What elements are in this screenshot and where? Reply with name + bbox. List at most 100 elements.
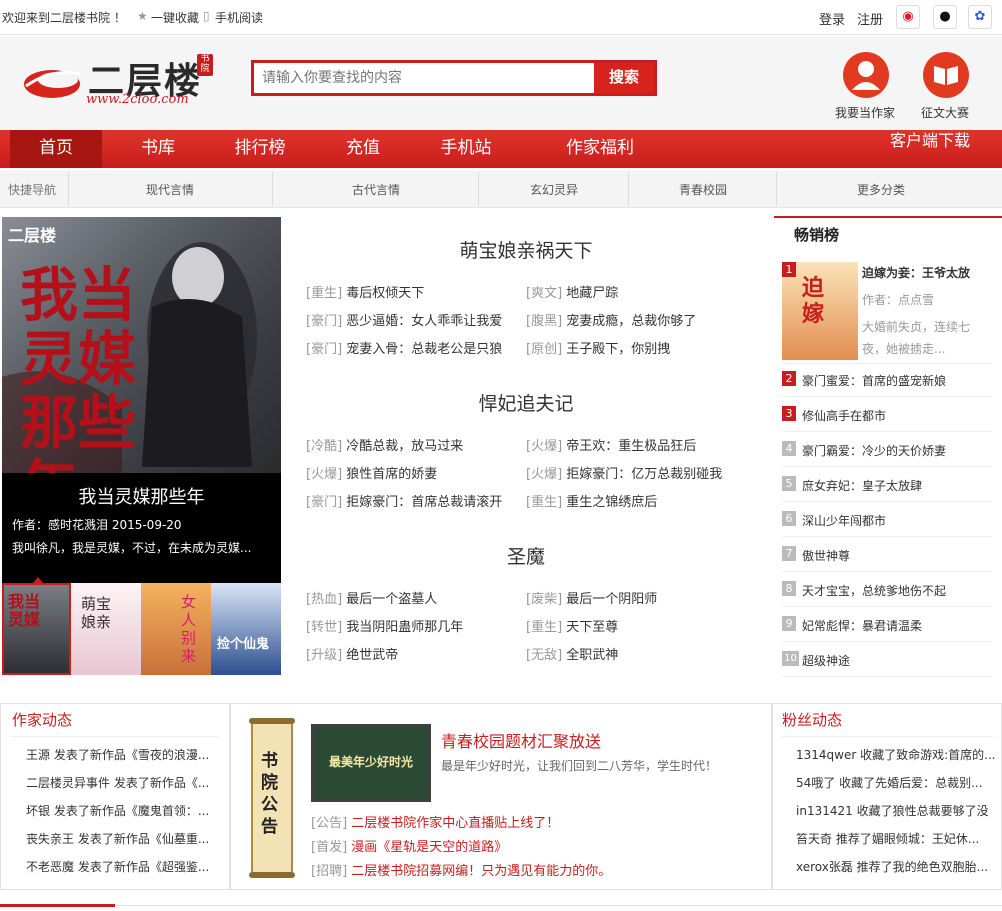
rank-number: 7: [782, 546, 796, 561]
ranking-top-desc-2: 夜，她被掳走...: [862, 342, 946, 356]
ranking-item[interactable]: 傲世神尊: [802, 547, 850, 564]
list-item[interactable]: [重生] 重生之锦绣庶后: [526, 491, 657, 510]
section-title[interactable]: 萌宝娘亲祸天下: [306, 236, 746, 263]
ranking-item[interactable]: 超级神途: [802, 652, 850, 669]
quick-nav-ancient-romance[interactable]: 古代言情: [274, 181, 478, 198]
ranking-top-title[interactable]: 迫嫁为妾：王爷太放: [862, 264, 970, 281]
rank-number: 5: [782, 476, 796, 491]
weibo-icon[interactable]: ◉: [896, 5, 920, 29]
fan-news-item[interactable]: 54哦了 收藏了先婚后爱：总裁别...: [796, 774, 996, 791]
ranking-top-author: 作者：点点雪: [862, 293, 935, 307]
writer-news-item[interactable]: 二层楼灵异事件 发表了新作品《...: [26, 774, 216, 791]
cover-logo: 二层楼: [8, 226, 57, 245]
quick-nav-label: 快捷导航: [8, 183, 57, 197]
fan-news-item[interactable]: xerox张磊 推荐了我的绝色双胞胎...: [796, 858, 996, 875]
rank-number: 4: [782, 441, 796, 456]
bookmark-link[interactable]: 一键收藏: [151, 9, 199, 26]
list-item[interactable]: [原创] 王子殿下，你别拽: [526, 338, 670, 357]
list-item[interactable]: [腹黑] 宠妻成瘾，总裁你够了: [526, 310, 696, 329]
list-item[interactable]: [冷酷] 冷酷总裁，放马过来: [306, 435, 463, 454]
ranking-item[interactable]: 豪门蜜爱：首席的盛宠新娘: [802, 372, 946, 389]
nav-mobile-site[interactable]: 手机站: [426, 130, 506, 168]
writer-news-item[interactable]: 丧失亲王 发表了新作品《仙墓重...: [26, 830, 216, 847]
logo-url: www.2cloo.com: [86, 92, 189, 107]
quick-nav-youth[interactable]: 青春校园: [630, 181, 776, 198]
fan-news-panel: 粉丝动态 1314qwer 收藏了致命游戏:首席的... 54哦了 收藏了先婚后…: [772, 703, 1002, 890]
rank-number: 1: [782, 262, 796, 277]
nav-library[interactable]: 书库: [118, 130, 198, 168]
ranking-title: 畅销榜: [794, 226, 840, 244]
nav-recharge[interactable]: 充值: [323, 130, 403, 168]
rank-number: 10: [782, 651, 799, 666]
ranking-item[interactable]: 深山少年闯都市: [802, 512, 886, 529]
quick-nav-fantasy[interactable]: 玄幻灵异: [480, 181, 628, 198]
writer-icon[interactable]: [843, 52, 889, 98]
register-link[interactable]: 注册: [857, 9, 883, 28]
list-item[interactable]: [豪门] 宠妻入骨：总裁老公是只狼: [306, 338, 502, 357]
become-writer-label[interactable]: 我要当作家: [835, 104, 895, 121]
feature-info: 我当灵媒那些年 作者：感时花溅泪 2015-09-20 我叫徐凡，我是灵媒，不过…: [2, 473, 281, 583]
list-item[interactable]: [转世] 我当阴阳蛊师那几年: [306, 616, 463, 635]
book-icon[interactable]: [923, 52, 969, 98]
search-box: 搜索: [251, 60, 657, 96]
logo-swoosh-icon[interactable]: [22, 62, 84, 102]
writer-news-item[interactable]: 坏银 发表了新作品《魔鬼首领：...: [26, 802, 216, 819]
rank-number: 9: [782, 616, 796, 631]
feature-title[interactable]: 我当灵媒那些年: [2, 483, 281, 509]
ranking-item[interactable]: 天才宝宝，总统爹地伤不起: [802, 582, 946, 599]
mobile-reading-link[interactable]: 手机阅读: [215, 9, 263, 26]
board-title[interactable]: 青春校园题材汇聚放送: [441, 728, 601, 752]
quick-nav-modern-romance[interactable]: 现代言情: [70, 181, 270, 198]
section-title[interactable]: 悍妃追夫记: [306, 389, 746, 416]
login-link[interactable]: 登录: [819, 9, 845, 28]
list-item[interactable]: [热血] 最后一个盗墓人: [306, 588, 437, 607]
list-item[interactable]: [火爆] 帝王欢：重生极品狂后: [526, 435, 696, 454]
rank-number: 8: [782, 581, 796, 596]
mobile-icon: ▯: [203, 9, 210, 23]
feature-cover[interactable]: 二层楼 我当灵媒那些年: [2, 217, 281, 473]
ranking-item[interactable]: 豪门霸爱：冷少的天价娇妻: [802, 442, 946, 459]
baidu-icon[interactable]: ✿: [968, 5, 992, 29]
notice-scroll-text: 书院公告: [261, 751, 278, 837]
quick-nav-more[interactable]: 更多分类: [778, 181, 984, 198]
nav-writer-welfare[interactable]: 作家福利: [540, 130, 660, 168]
search-input[interactable]: [254, 63, 594, 93]
list-item[interactable]: [重生] 天下至尊: [526, 616, 618, 635]
list-item[interactable]: [豪门] 恶少逼婚：女人乖乖让我爱: [306, 310, 502, 329]
feature-thumb-4[interactable]: 捡个仙鬼: [211, 583, 281, 675]
fan-news-item[interactable]: 笞天奇 推荐了媚眼倾城：王妃休...: [796, 830, 996, 847]
section-title[interactable]: 圣魔: [306, 542, 746, 569]
list-item[interactable]: [火爆] 狼性首席的娇妻: [306, 463, 437, 482]
ranking-item[interactable]: 修仙高手在都市: [802, 407, 886, 424]
feature-thumb-1[interactable]: 我当灵媒: [2, 583, 71, 675]
qq-icon[interactable]: ●: [933, 5, 957, 29]
search-button[interactable]: 搜索: [594, 63, 654, 93]
list-item[interactable]: [无敌] 全职武神: [526, 644, 618, 663]
board-image[interactable]: 最美年少好时光: [311, 724, 431, 802]
cover-title: 我当灵媒那些年: [20, 261, 137, 473]
top-bar: 欢迎来到二层楼书院 ！ ★ 一键收藏 ▯ 手机阅读 登录 注册 ◉ ● ✿: [0, 0, 1002, 35]
nav-client-download[interactable]: 客户端下载: [880, 130, 980, 168]
ranking-item[interactable]: 庶女弃妃：皇子太放肆: [802, 477, 922, 494]
notice-item[interactable]: [公告] 二层楼书院作家中心直播贴上线了！: [311, 812, 559, 831]
writer-news-panel: 作家动态 王源 发表了新作品《雪夜的浪漫... 二层楼灵异事件 发表了新作品《.…: [0, 703, 230, 890]
list-item[interactable]: [爽文] 地藏尸踪: [526, 282, 618, 301]
ranking-item[interactable]: 妃常彪悍：暴君请温柔: [802, 617, 922, 634]
list-item[interactable]: [豪门] 拒嫁豪门：首席总裁请滚开: [306, 491, 502, 510]
writer-news-item[interactable]: 王源 发表了新作品《雪夜的浪漫...: [26, 746, 216, 763]
nav-home[interactable]: 首页: [10, 130, 102, 168]
rank-number: 6: [782, 511, 796, 526]
nav-ranking[interactable]: 排行榜: [220, 130, 300, 168]
notice-item[interactable]: [招聘] 二层楼书院招募网编！只为遇见有能力的你。: [311, 860, 611, 879]
feature-thumb-2[interactable]: 萌宝娘亲: [71, 583, 141, 675]
fan-news-item[interactable]: in131421 收藏了狼性总裁要够了没: [796, 802, 996, 819]
writer-news-item[interactable]: 不老恶魔 发表了新作品《超强鉴...: [26, 858, 216, 875]
list-item[interactable]: [废柴] 最后一个阴阳师: [526, 588, 657, 607]
contest-label[interactable]: 征文大赛: [921, 104, 969, 121]
notice-item[interactable]: [首发] 漫画《星轨是天空的道路》: [311, 836, 507, 855]
fan-news-item[interactable]: 1314qwer 收藏了致命游戏:首席的...: [796, 746, 996, 763]
list-item[interactable]: [重生] 毒后权倾天下: [306, 282, 424, 301]
feature-thumb-3[interactable]: 女人别来: [141, 583, 211, 675]
list-item[interactable]: [升级] 绝世武帝: [306, 644, 398, 663]
list-item[interactable]: [火爆] 拒嫁豪门：亿万总裁别碰我: [526, 463, 722, 482]
